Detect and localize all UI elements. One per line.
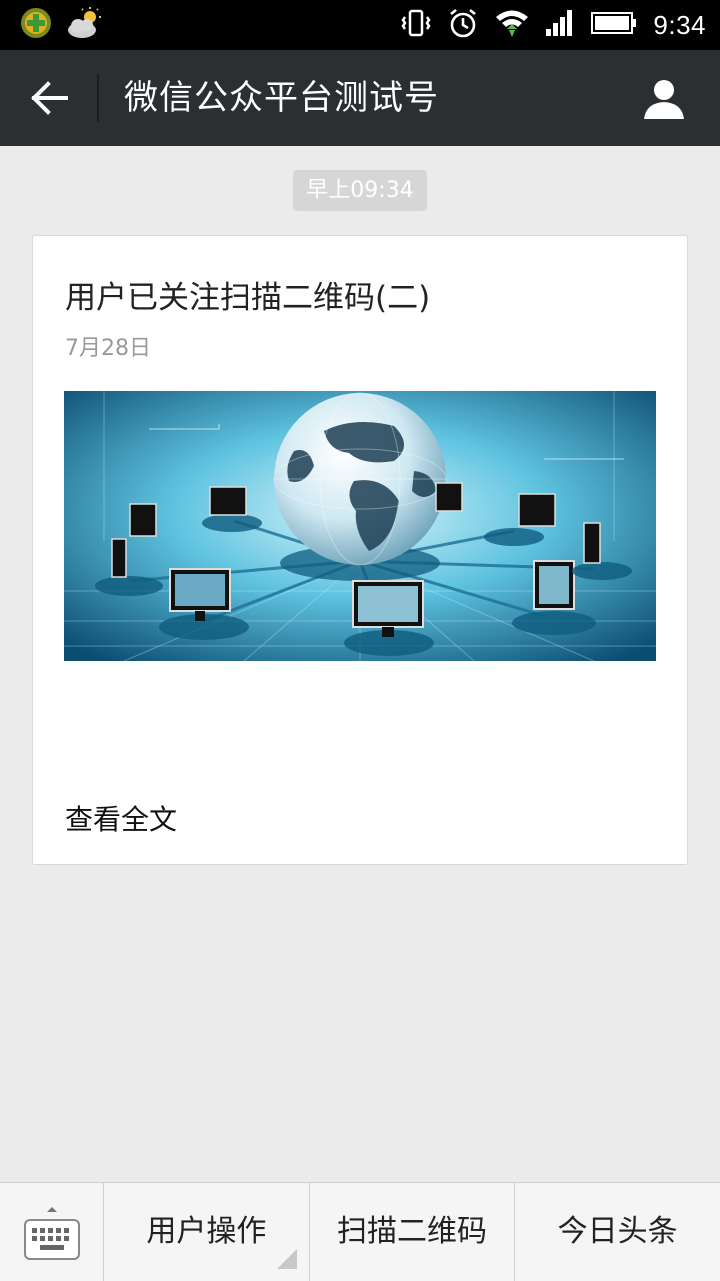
article-card[interactable]: 用户已关注扫描二维码(二) 7月28日 查看全文	[32, 235, 688, 865]
menu-today-headlines-label: 今日头条	[557, 1214, 678, 1249]
keyboard-icon	[24, 1207, 80, 1260]
clock-time: 9:34	[653, 9, 706, 40]
person-icon	[644, 80, 684, 119]
title-bar: 微信公众平台测试号	[0, 50, 720, 146]
title-divider	[97, 74, 99, 122]
menu-today-headlines[interactable]: 今日头条	[515, 1183, 720, 1281]
submenu-indicator-icon	[276, 1249, 297, 1269]
battery-icon	[591, 10, 637, 40]
profile-button[interactable]	[642, 78, 686, 120]
article-title: 用户已关注扫描二维码(二)	[65, 280, 431, 316]
bottom-menu-bar: 用户操作 扫描二维码 今日头条	[0, 1182, 720, 1281]
menu-scan-qrcode-label: 扫描二维码	[337, 1214, 487, 1249]
menu-scan-qrcode[interactable]: 扫描二维码	[310, 1183, 516, 1281]
signal-icon	[545, 9, 575, 41]
read-full-article-link[interactable]: 查看全文	[65, 798, 177, 838]
back-button[interactable]	[26, 76, 74, 120]
menu-user-actions-label: 用户操作	[146, 1214, 267, 1249]
wifi-icon	[495, 8, 529, 42]
keyboard-toggle-button[interactable]	[0, 1183, 104, 1281]
article-date: 7月28日	[65, 336, 151, 361]
app-notification-icon	[20, 7, 52, 43]
page-title: 微信公众平台测试号	[124, 78, 439, 118]
vibrate-icon	[401, 8, 431, 42]
alarm-icon	[447, 7, 479, 43]
menu-user-actions[interactable]: 用户操作	[104, 1183, 310, 1281]
status-bar: 9:34	[0, 0, 720, 50]
weather-icon	[66, 6, 104, 44]
article-cover-image[interactable]	[64, 391, 656, 661]
arrow-left-icon	[31, 81, 68, 115]
message-timestamp: 早上09:34	[293, 170, 427, 211]
